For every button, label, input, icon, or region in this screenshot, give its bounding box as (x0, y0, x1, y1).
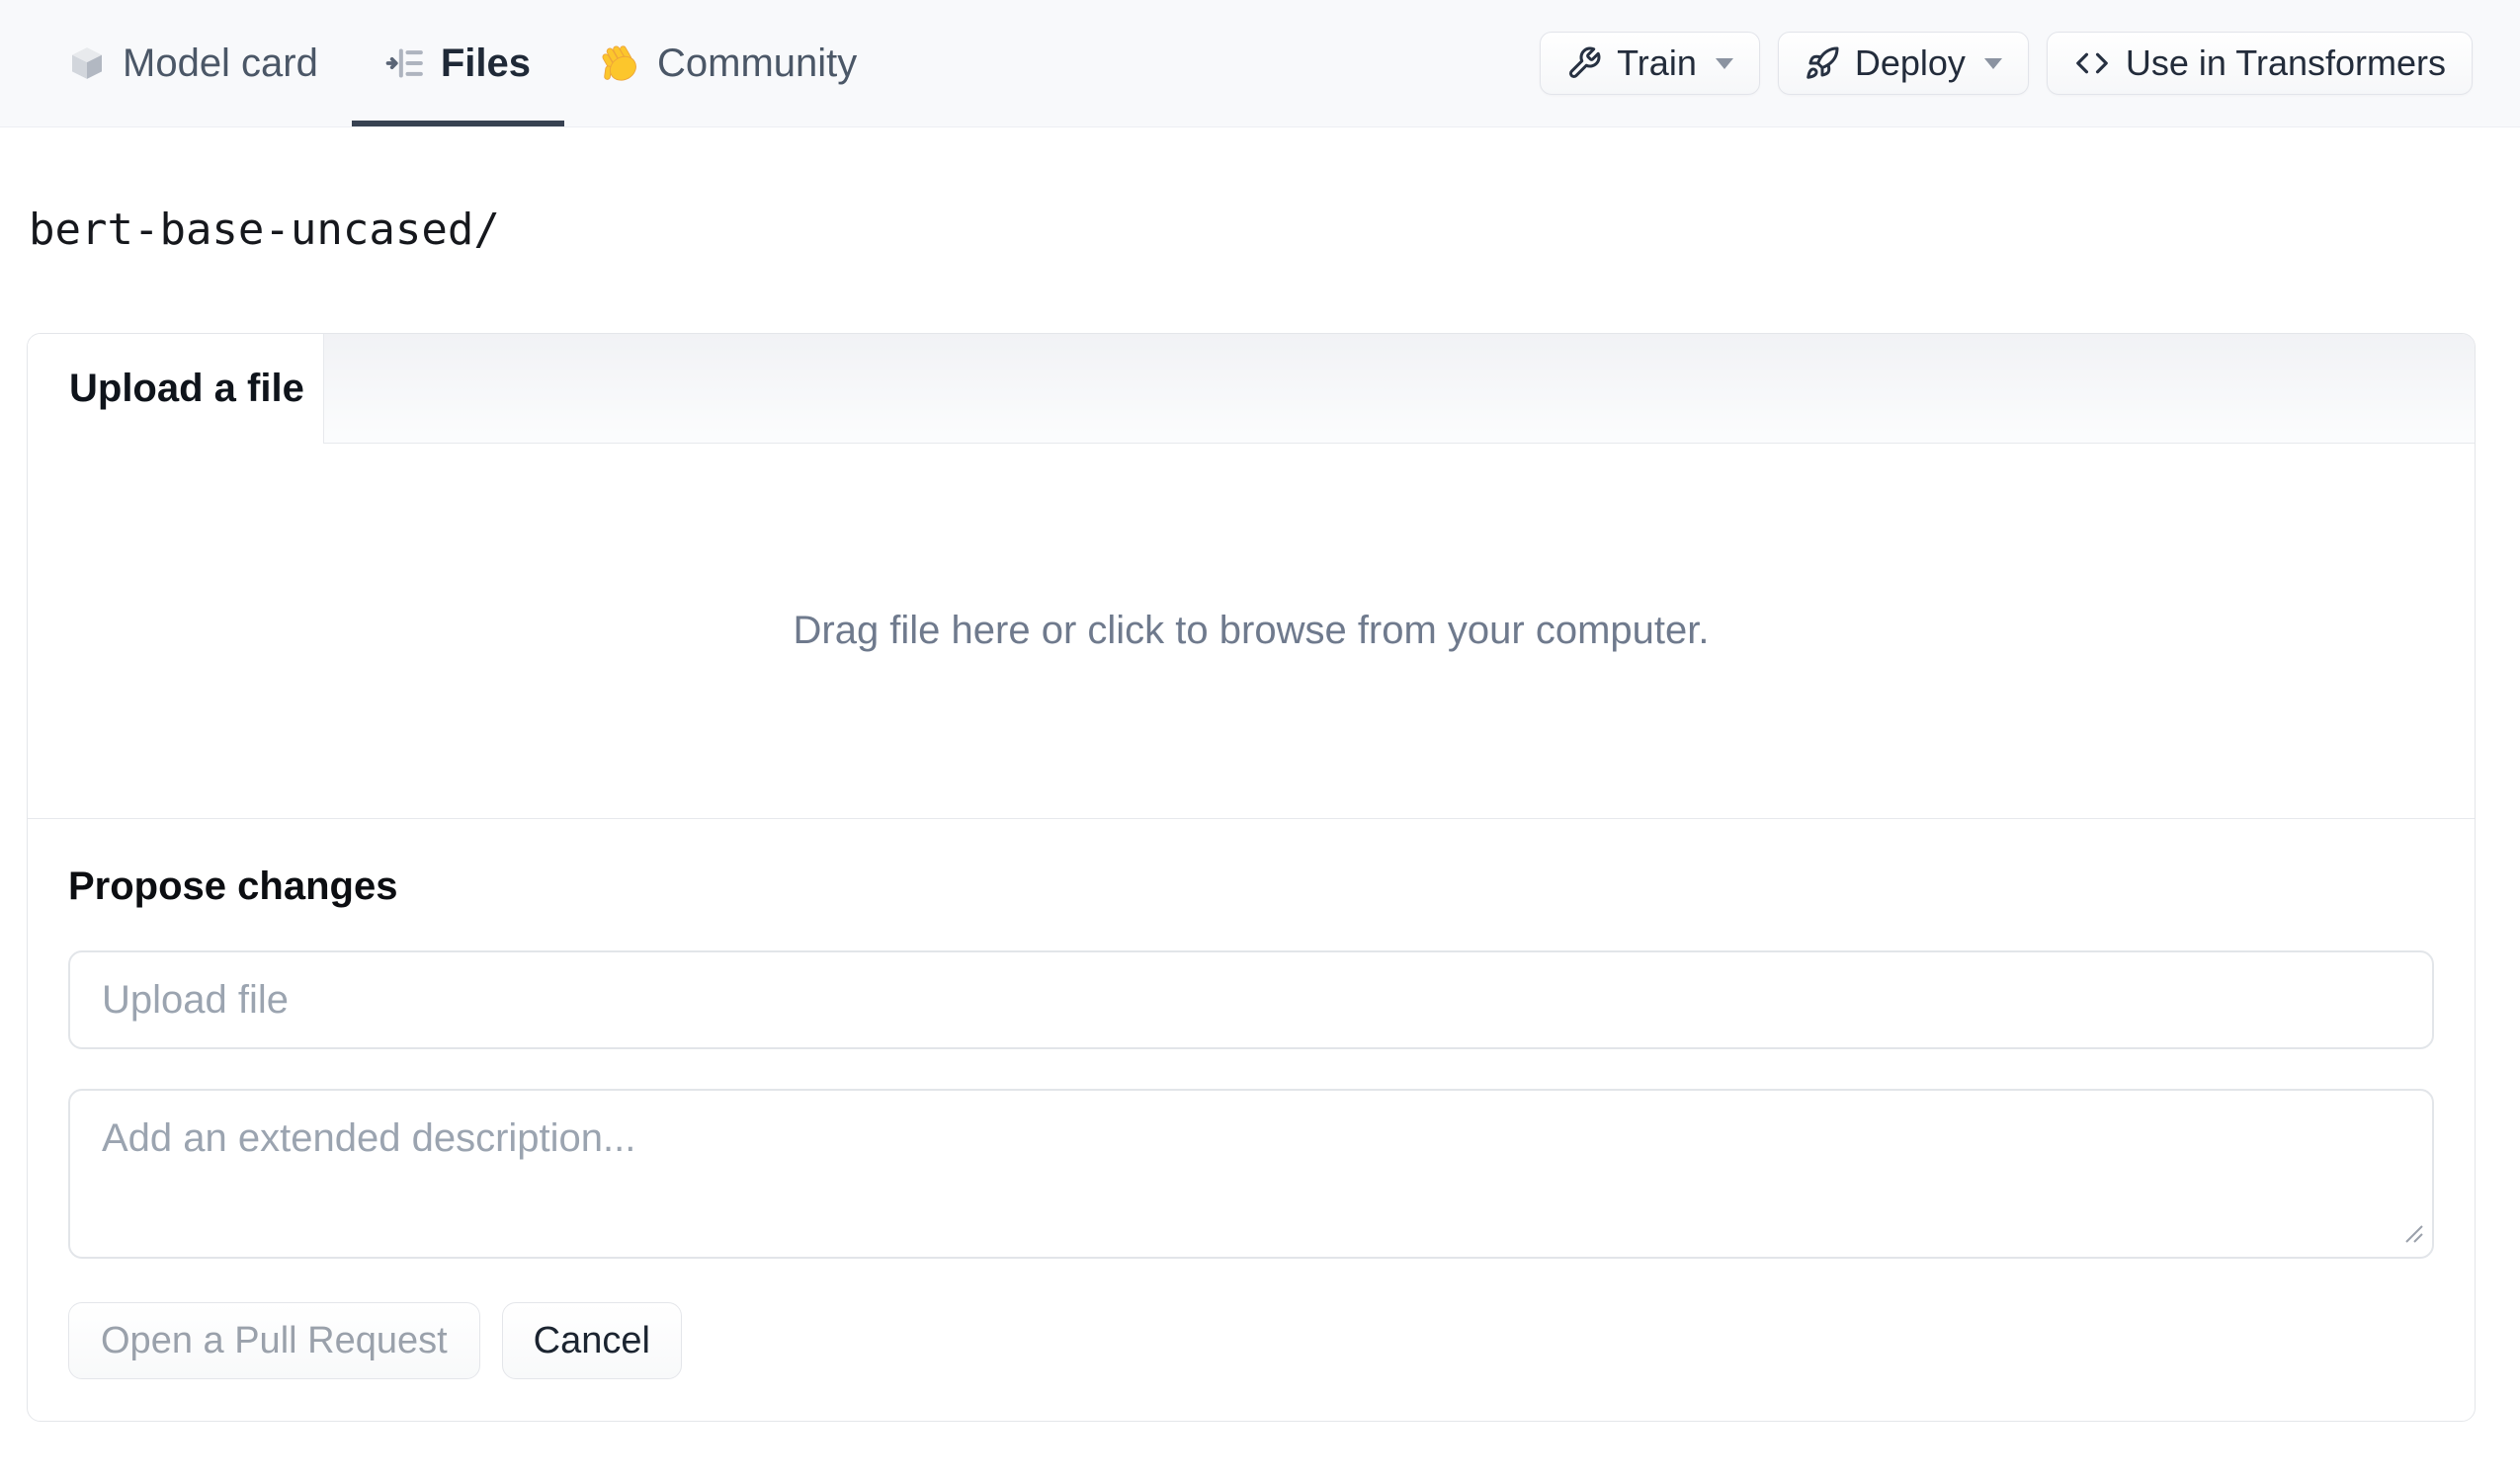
textarea-resize-grip-icon[interactable] (2398, 1218, 2424, 1249)
wrench-icon (1566, 45, 1602, 81)
tab-files-label: Files (440, 41, 532, 85)
tab-model-card[interactable]: Model card (34, 0, 352, 126)
tab-model-card-label: Model card (123, 41, 318, 85)
propose-changes-heading: Propose changes (68, 864, 398, 908)
rocket-icon (1805, 45, 1840, 81)
upload-file-input[interactable] (68, 950, 2434, 1049)
description-field-wrap (68, 1089, 2434, 1259)
train-button[interactable]: Train (1540, 32, 1760, 95)
deploy-button[interactable]: Deploy (1777, 32, 2029, 95)
code-icon (2073, 44, 2111, 82)
file-dropzone[interactable]: Drag file here or click to browse from y… (28, 444, 2475, 819)
use-in-transformers-button[interactable]: Use in Transformers (2046, 32, 2473, 95)
propose-actions: Open a Pull Request Cancel (68, 1302, 2434, 1379)
file-versions-icon (385, 43, 425, 83)
upload-panel-tabstrip: Upload a file (28, 334, 2475, 444)
repo-action-buttons: Train Deploy Use in Transformers (1540, 0, 2473, 126)
tab-community-label: Community (657, 41, 858, 85)
tab-upload-a-file-label: Upload a file (69, 367, 304, 410)
tab-files[interactable]: Files (351, 0, 565, 126)
cancel-label: Cancel (533, 1319, 650, 1361)
propose-changes-section: Propose changes Open a Pull Request Canc… (28, 819, 2475, 1421)
tab-upload-a-file[interactable]: Upload a file (28, 334, 324, 444)
dropzone-text: Drag file here or click to browse from y… (793, 609, 1710, 652)
waving-hand-icon (598, 41, 641, 85)
breadcrumb[interactable]: bert-base-uncased/ (29, 201, 500, 260)
tab-community[interactable]: Community (564, 0, 890, 126)
repo-nav-tabs: Model card Files Community (34, 0, 890, 126)
extended-description-textarea[interactable] (68, 1089, 2434, 1259)
open-pull-request-label: Open a Pull Request (101, 1319, 448, 1361)
train-button-label: Train (1617, 42, 1697, 83)
upload-panel: Upload a file Drag file here or click to… (27, 333, 2476, 1422)
chevron-down-icon (1715, 57, 1733, 69)
cancel-button[interactable]: Cancel (501, 1302, 682, 1379)
deploy-button-label: Deploy (1854, 42, 1966, 83)
use-in-transformers-label: Use in Transformers (2125, 42, 2446, 83)
open-pull-request-button[interactable]: Open a Pull Request (68, 1302, 480, 1379)
chevron-down-icon (1983, 57, 2002, 69)
top-navbar: Model card Files Community Train Deploy … (0, 0, 2520, 127)
cube-icon (67, 43, 107, 83)
